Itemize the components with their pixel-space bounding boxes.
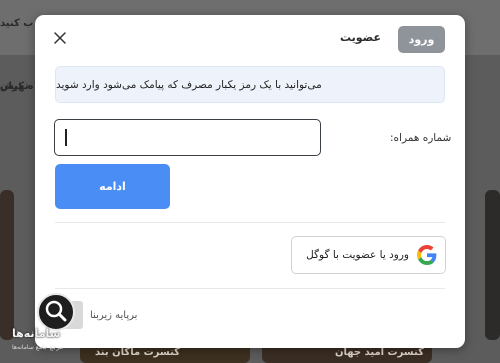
watermark-brand: سامانه‌ها — [12, 327, 61, 340]
background-caption-right: کنسرت امید جهان — [335, 347, 424, 358]
background-menu-text-2: ه کیش — [0, 81, 34, 92]
close-icon — [54, 32, 66, 44]
continue-button[interactable]: ادامه — [55, 164, 170, 209]
info-box: می‌توانید با یک رمز یکبار مصرف که پیامک … — [55, 66, 445, 103]
phone-input[interactable] — [54, 119, 321, 156]
text-caret — [65, 129, 67, 146]
tab-login[interactable]: ورود — [398, 26, 445, 53]
background-top-text: ب کنید — [0, 18, 34, 29]
tab-signup[interactable]: عضویت — [340, 31, 381, 44]
watermark-search-icon — [37, 293, 75, 331]
divider-bottom — [55, 288, 445, 289]
google-login-button[interactable]: ورود یا عضویت با گوگل — [291, 236, 446, 274]
google-login-label: ورود یا عضویت با گوگل — [306, 249, 409, 261]
google-icon — [417, 245, 437, 265]
background-card-right — [485, 190, 500, 340]
login-modal: ورود عضویت می‌توانید با یک رمز یکبار مصر… — [35, 15, 465, 348]
divider-top — [55, 222, 445, 223]
background-caption-left: کنسرت ماکان بند — [95, 347, 180, 358]
watermark-logo: سامانه‌ها مرجع جامع سامانه‌ها — [12, 293, 80, 359]
phone-label: شماره همراه: — [390, 132, 452, 144]
footer-text: برپایه زیربنا — [90, 310, 138, 321]
info-text: می‌توانید با یک رمز یکبار مصرف که پیامک … — [56, 78, 322, 91]
watermark-tagline: مرجع جامع سامانه‌ها — [12, 344, 63, 351]
close-button[interactable] — [51, 29, 69, 47]
